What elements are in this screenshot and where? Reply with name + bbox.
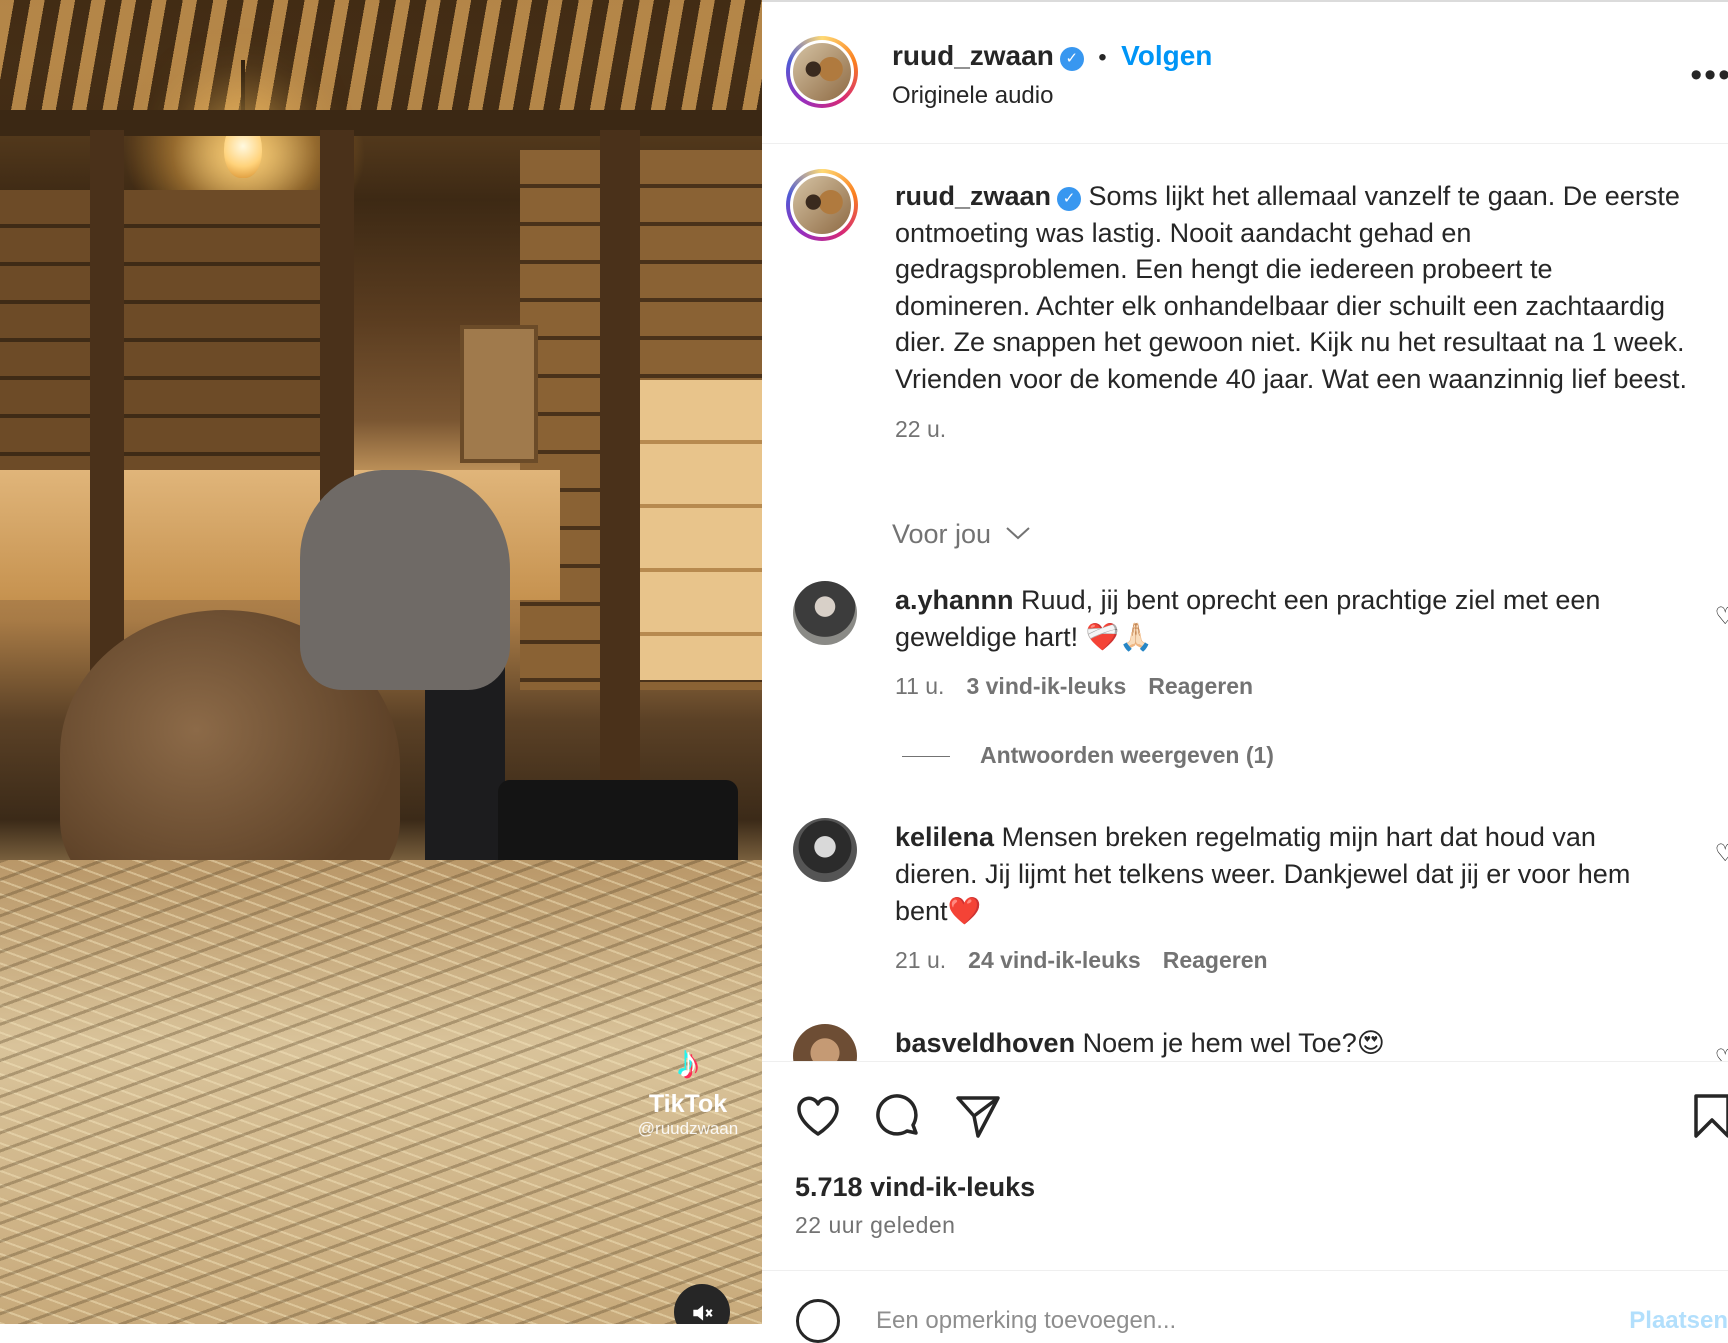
comment-username[interactable]: a.yhannn [895, 585, 1014, 615]
more-options-icon[interactable]: ••• [1690, 56, 1728, 95]
video-scene-person [300, 470, 510, 690]
caption-time: 22 u. [895, 416, 947, 442]
save-button[interactable] [1688, 1092, 1728, 1146]
comment-item: kelilena Mensen breken regelmatig mijn h… [895, 819, 1675, 979]
comment-meta: 11 u. 3 vind-ik-leuks Reageren [895, 668, 1675, 705]
comment-filter-dropdown[interactable]: Voor jou [892, 519, 1031, 550]
tiktok-brand: TikTok [648, 1090, 728, 1118]
video-scene-electric-box [460, 325, 538, 463]
speaker-muted-icon [693, 1305, 713, 1321]
verified-badge-icon: ✓ [1057, 187, 1082, 211]
post-sidebar: ruud_zwaan ✓ • Volgen Originele audio •••… [762, 0, 1728, 1343]
comment-text: Noem je hem wel Toe?😍 [1082, 1028, 1385, 1058]
comment-username[interactable]: kelilena [895, 822, 994, 852]
comment-reply-button[interactable]: Reageren [1148, 673, 1253, 699]
author-username[interactable]: ruud_zwaan [892, 40, 1054, 71]
comment-like-heart-icon[interactable]: ♡ [1714, 602, 1728, 631]
header-title-row: ruud_zwaan ✓ • Volgen [892, 40, 1212, 72]
comment-username[interactable]: basveldhoven [895, 1028, 1075, 1058]
commenter-avatar[interactable] [793, 581, 857, 645]
caption-author-avatar[interactable] [786, 169, 858, 241]
replies-divider [902, 756, 950, 757]
comment-likes[interactable]: 24 vind-ik-leuks [968, 947, 1141, 973]
post-video[interactable]: ♪ TikTok @ruudzwaan [0, 0, 762, 1324]
comment-filter-label: Voor jou [892, 519, 992, 549]
comment-like-heart-icon[interactable]: ♡ [1714, 839, 1728, 868]
comment-item: a.yhannn Ruud, jij bent oprecht een prac… [895, 582, 1675, 705]
like-count[interactable]: 5.718 vind-ik-leuks [795, 1172, 1035, 1203]
video-scene-wall [0, 190, 330, 470]
comment-like-heart-icon[interactable]: ♡ [1714, 1044, 1728, 1061]
view-replies-label: Antwoorden weergeven (1) [980, 742, 1274, 768]
tiktok-handle: @ruudzwaan [637, 1119, 739, 1138]
post-timestamp: 22 uur geleden [795, 1212, 956, 1238]
tiktok-logo-icon: ♪ [677, 1038, 699, 1087]
comment-likes[interactable]: 3 vind-ik-leuks [966, 673, 1126, 699]
caption-username[interactable]: ruud_zwaan [895, 181, 1051, 211]
header-separator: • [1098, 44, 1107, 71]
audio-label[interactable]: Originele audio [892, 82, 1053, 110]
comment-meta: 21 u. 24 vind-ik-leuks Reageren [895, 942, 1675, 979]
comment-input[interactable]: Een opmerking toevoegen... [876, 1307, 1176, 1335]
caption: ruud_zwaan ✓ Soms lijkt het allemaal vanz… [895, 178, 1695, 448]
post-actions: 5.718 vind-ik-leuks 22 uur geleden [762, 1061, 1728, 1272]
comment-time: 11 u. [895, 673, 945, 699]
commenter-avatar[interactable] [793, 818, 857, 882]
emoji-picker-icon[interactable] [796, 1299, 840, 1343]
chevron-down-icon [1005, 527, 1030, 540]
like-button[interactable] [794, 1092, 848, 1146]
post-header: ruud_zwaan ✓ • Volgen Originele audio ••• [762, 2, 1728, 144]
verified-badge-icon: ✓ [1059, 47, 1084, 71]
tiktok-watermark: ♪ TikTok @ruudzwaan [618, 1040, 758, 1139]
share-button[interactable] [954, 1092, 1008, 1146]
bookmark-icon [1694, 1094, 1728, 1138]
comment-reply-button[interactable]: Reageren [1163, 947, 1268, 973]
comment-button[interactable] [874, 1092, 928, 1146]
commenter-avatar[interactable] [793, 1024, 857, 1061]
comments-scroll-area[interactable]: ruud_zwaan ✓ Soms lijkt het allemaal vanz… [762, 144, 1728, 1061]
comment-bubble-icon [876, 1094, 918, 1136]
video-scene-roof [0, 0, 762, 120]
send-paper-plane-icon [956, 1096, 1000, 1138]
comment-item: basveldhoven Noem je hem wel Toe?😍 [895, 1025, 1675, 1061]
follow-button[interactable]: Volgen [1121, 40, 1212, 71]
video-scene-post [600, 130, 640, 830]
comment-text: Mensen breken regelmatig mijn hart dat h… [895, 822, 1631, 926]
comment-time: 21 u. [895, 947, 947, 973]
view-replies-button[interactable]: Antwoorden weergeven (1) [902, 742, 1274, 769]
caption-text: Soms lijkt het allemaal vanzelf te gaan.… [895, 181, 1687, 394]
author-avatar[interactable] [786, 36, 858, 108]
comment-composer: Een opmerking toevoegen... Plaatsen [762, 1270, 1728, 1343]
post-comment-button[interactable]: Plaatsen [1629, 1307, 1728, 1335]
heart-icon [797, 1096, 839, 1136]
